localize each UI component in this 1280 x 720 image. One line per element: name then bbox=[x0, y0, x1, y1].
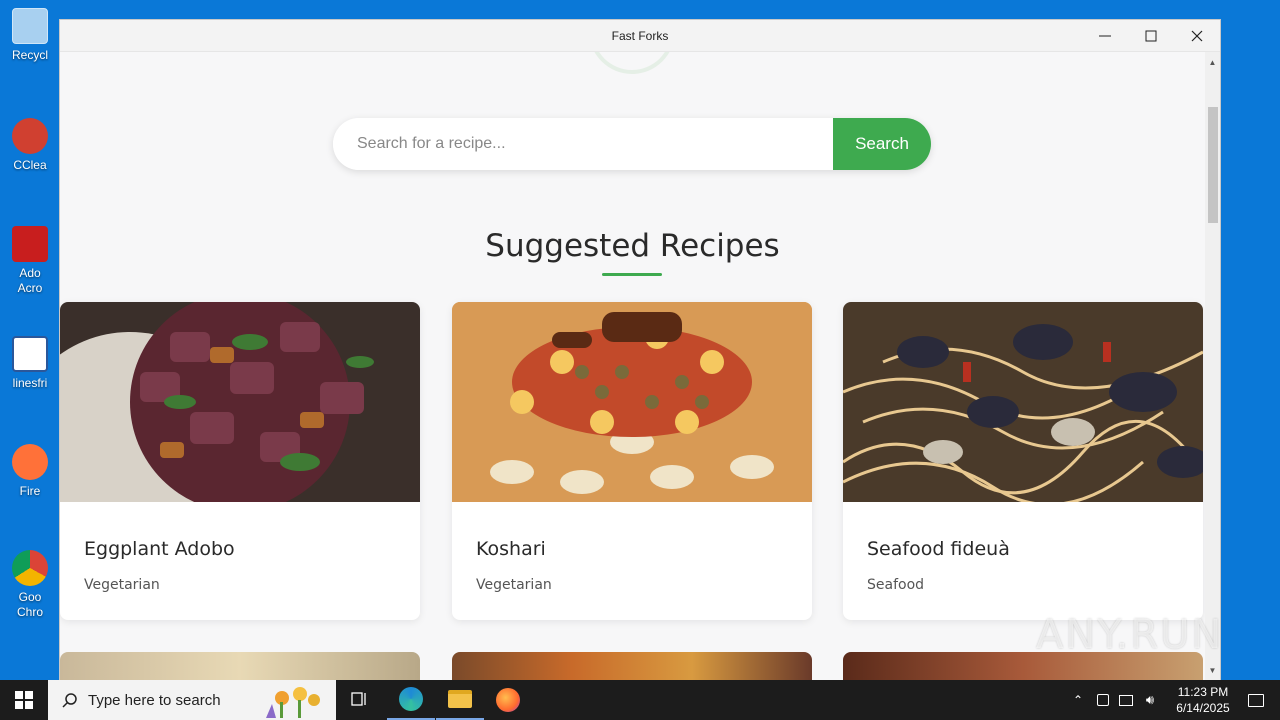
search-input[interactable] bbox=[333, 118, 833, 170]
task-view-button[interactable] bbox=[336, 680, 384, 720]
firefox-icon bbox=[496, 688, 520, 712]
chevron-up-icon: ⌃ bbox=[1072, 693, 1084, 707]
desktop-icon-label: Fire bbox=[19, 484, 41, 498]
search-bar: Search bbox=[333, 118, 931, 170]
desktop-icon-label: Goo Chro bbox=[16, 590, 43, 619]
recipe-category: Seafood bbox=[867, 577, 925, 593]
title-underline bbox=[602, 273, 662, 276]
notification-icon bbox=[1248, 693, 1264, 707]
task-view-icon bbox=[351, 692, 366, 706]
desktop-icon-ccleaner[interactable]: CClea bbox=[2, 118, 58, 173]
recipe-name: Seafood fideuà bbox=[867, 538, 1010, 560]
recycle-bin-icon bbox=[12, 8, 48, 44]
vertical-scrollbar[interactable]: ▲ ▼ bbox=[1205, 52, 1220, 680]
recipe-card[interactable]: Eggplant Adobo Vegetarian bbox=[60, 302, 420, 620]
close-button[interactable] bbox=[1174, 20, 1220, 52]
maximize-button[interactable] bbox=[1128, 20, 1174, 52]
search-icon bbox=[62, 693, 77, 708]
ccleaner-icon bbox=[12, 118, 48, 154]
network-icon bbox=[1119, 694, 1133, 706]
taskbar-file-explorer[interactable] bbox=[436, 680, 484, 720]
search-button[interactable]: Search bbox=[833, 118, 931, 170]
acrobat-icon bbox=[12, 226, 48, 262]
desktop-icon-label: CClea bbox=[13, 158, 47, 172]
recipe-image bbox=[843, 302, 1203, 502]
firefox-icon bbox=[12, 444, 48, 480]
recipe-category: Vegetarian bbox=[476, 577, 552, 593]
scroll-thumb[interactable] bbox=[1208, 107, 1218, 223]
close-icon bbox=[1191, 30, 1203, 42]
desktop-icon-acrobat[interactable]: Ado Acro bbox=[2, 226, 58, 296]
window-title: Fast Forks bbox=[611, 29, 669, 43]
scroll-up-arrow-icon[interactable]: ▲ bbox=[1205, 54, 1220, 70]
recipe-name: Koshari bbox=[476, 538, 546, 560]
start-button[interactable] bbox=[0, 680, 48, 720]
desktop-icon-label: Recycl bbox=[11, 48, 48, 62]
flowers-decoration-icon bbox=[266, 687, 320, 718]
recipe-image bbox=[452, 302, 812, 502]
taskbar-search[interactable]: Type here to search bbox=[48, 680, 336, 720]
desktop-icon-firefox[interactable]: Fire bbox=[2, 444, 58, 499]
taskbar-firefox[interactable] bbox=[484, 680, 532, 720]
camera-icon bbox=[1097, 694, 1109, 706]
watermark: ANY.RUN bbox=[1036, 612, 1224, 658]
desktop-icon-word-doc[interactable]: linesfri bbox=[2, 336, 58, 391]
edge-icon bbox=[399, 687, 423, 711]
main-content: Search Suggested Recipes bbox=[60, 52, 1205, 680]
maximize-icon bbox=[1145, 30, 1157, 42]
network-button[interactable] bbox=[1115, 680, 1137, 720]
recipe-card-partial[interactable] bbox=[60, 652, 420, 680]
recipe-image bbox=[60, 302, 420, 502]
recipe-card[interactable]: Koshari Vegetarian bbox=[452, 302, 812, 620]
action-center-button[interactable] bbox=[1232, 680, 1280, 720]
windows-logo-icon bbox=[15, 691, 33, 709]
desktop-icon-label: linesfri bbox=[12, 376, 48, 390]
taskbar: Type here to search ⌃ 🔊︎ 11:23 PM 6/14/2… bbox=[0, 680, 1280, 720]
chrome-icon bbox=[12, 550, 48, 586]
word-document-icon bbox=[12, 336, 48, 372]
minimize-button[interactable] bbox=[1082, 20, 1128, 52]
desktop-icon-recycle-bin[interactable]: Recycl bbox=[2, 8, 58, 63]
recipe-name: Eggplant Adobo bbox=[84, 538, 235, 560]
app-window: Fast Forks Search Suggested Recipes bbox=[60, 20, 1220, 680]
folder-icon bbox=[448, 690, 472, 708]
title-bar: Fast Forks bbox=[60, 20, 1220, 52]
speaker-icon: 🔊︎ bbox=[1145, 692, 1155, 707]
meet-now-button[interactable] bbox=[1092, 680, 1114, 720]
desktop-icon-chrome[interactable]: Goo Chro bbox=[2, 550, 58, 620]
scroll-down-arrow-icon[interactable]: ▼ bbox=[1205, 662, 1220, 678]
recipe-card[interactable]: Seafood fideuà Seafood bbox=[843, 302, 1203, 620]
loading-spinner bbox=[589, 52, 675, 74]
taskbar-search-placeholder: Type here to search bbox=[88, 691, 221, 709]
minimize-icon bbox=[1099, 35, 1111, 37]
recipe-category: Vegetarian bbox=[84, 577, 160, 593]
recipe-card-partial[interactable] bbox=[452, 652, 812, 680]
desktop-icon-label: Ado Acro bbox=[17, 266, 43, 295]
show-hidden-icons-button[interactable]: ⌃ bbox=[1066, 680, 1090, 720]
taskbar-edge[interactable] bbox=[387, 680, 435, 720]
section-title: Suggested Recipes bbox=[485, 228, 780, 264]
